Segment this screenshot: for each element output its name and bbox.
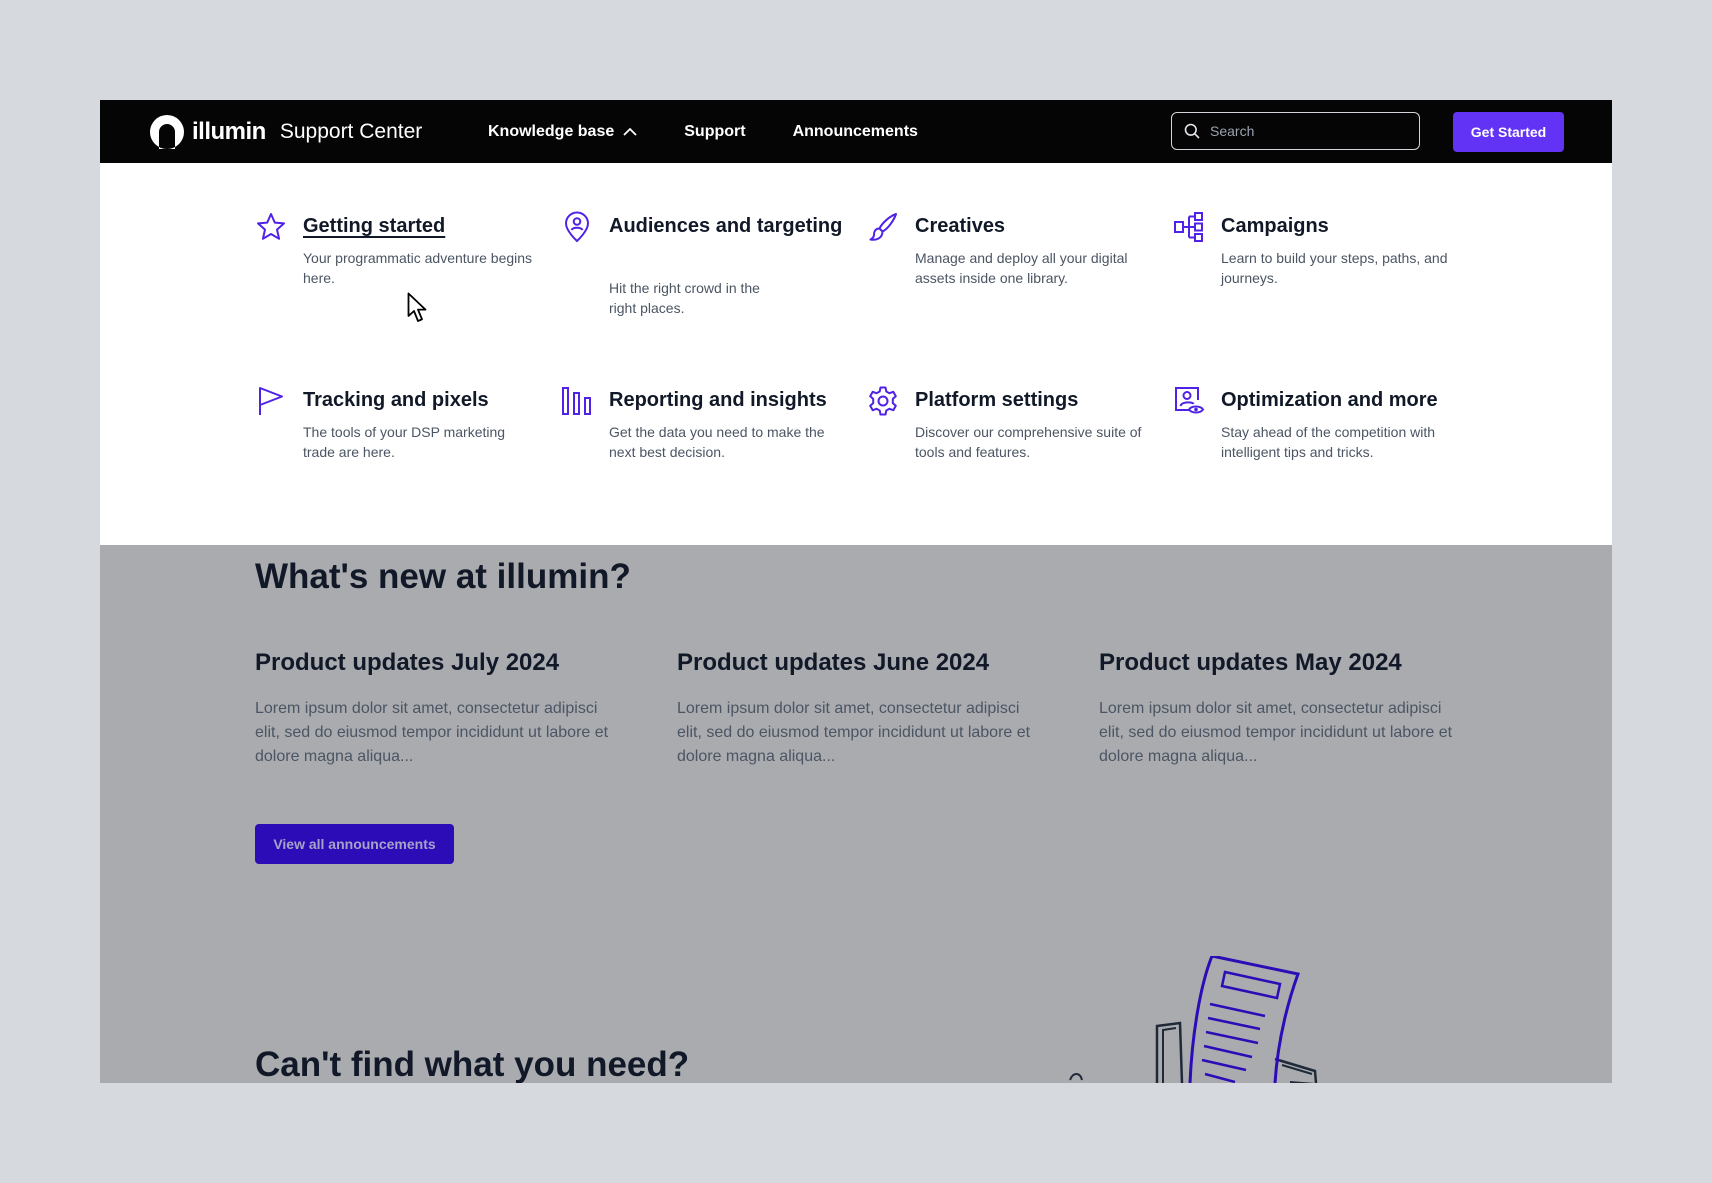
flag-icon [259, 387, 283, 415]
category-title[interactable]: Tracking and pixels [303, 385, 538, 415]
category-description: Hit the right crowd in the right places. [609, 280, 760, 316]
category-description: Learn to build your steps, paths, and jo… [1221, 250, 1448, 286]
browser-viewport: illumin Support Center Knowledge base Su… [100, 100, 1612, 1083]
illumin-logo-icon [150, 115, 184, 149]
announcement-title[interactable]: Product updates June 2024 [677, 649, 1037, 677]
gear-icon [869, 386, 897, 416]
announcement-title[interactable]: Product updates May 2024 [1099, 649, 1459, 677]
category-description: Get the data you need to make the next b… [609, 424, 825, 460]
brand-subtitle: Support Center [279, 120, 423, 143]
chevron-up-icon [623, 127, 637, 136]
get-started-button[interactable]: Get Started [1453, 112, 1564, 152]
top-navigation-bar: illumin Support Center Knowledge base Su… [100, 100, 1612, 163]
cant-find-heading: Can't find what you need? [255, 1045, 690, 1083]
whats-new-heading: What's new at illumin? [255, 557, 631, 596]
category-description: Your programmatic adventure begins here. [303, 250, 533, 286]
category-title[interactable]: Creatives [915, 211, 1150, 241]
nav-support[interactable]: Support [684, 123, 745, 141]
brush-icon [869, 213, 897, 241]
documents-illustration-icon [1069, 956, 1318, 1083]
nav-knowledge-base-label: Knowledge base [488, 122, 615, 140]
search-icon [1184, 123, 1200, 139]
flow-icon [1174, 212, 1203, 242]
announcement-excerpt: Lorem ipsum dolor sit amet, consectetur … [1099, 700, 1453, 765]
category-title[interactable]: Platform settings [915, 385, 1150, 415]
brand-name: illumin [192, 118, 266, 145]
category-title[interactable]: Reporting and insights [609, 385, 844, 415]
search-input[interactable] [1208, 122, 1412, 140]
location-person-icon [564, 211, 590, 243]
category-description: Discover our comprehensive suite of tool… [915, 424, 1142, 460]
announcement-card[interactable]: Product updates May 2024 Lorem ipsum dol… [1099, 649, 1459, 769]
page-content: What's new at illumin? Product updates J… [100, 545, 1612, 1083]
announcement-excerpt: Lorem ipsum dolor sit amet, consectetur … [255, 700, 609, 765]
search-box[interactable] [1171, 112, 1420, 150]
category-description: Manage and deploy all your digital asset… [915, 250, 1128, 286]
mouse-pointer-icon [407, 292, 427, 322]
nav-support-label: Support [684, 122, 746, 140]
category-description: The tools of your DSP marketing trade ar… [303, 424, 506, 460]
announcement-card[interactable]: Product updates July 2024 Lorem ipsum do… [255, 649, 615, 769]
star-icon [257, 213, 285, 240]
nav-knowledge-base[interactable]: Knowledge base [488, 123, 637, 141]
category-title[interactable]: Optimization and more [1221, 385, 1456, 415]
bar-chart-icon [562, 387, 591, 415]
category-description: Stay ahead of the competition with intel… [1221, 424, 1436, 460]
category-title[interactable]: Campaigns [1221, 211, 1456, 241]
announcement-card[interactable]: Product updates June 2024 Lorem ipsum do… [677, 649, 1037, 769]
announcement-excerpt: Lorem ipsum dolor sit amet, consectetur … [677, 700, 1031, 765]
knowledge-base-dropdown: Getting started Your programmatic advent… [100, 163, 1612, 545]
category-title[interactable]: Audiences and targeting [609, 211, 844, 241]
profile-eye-icon [1175, 387, 1205, 414]
category-title[interactable]: Getting started [303, 211, 538, 241]
nav-announcements[interactable]: Announcements [793, 123, 918, 141]
main-nav: Knowledge base Support Announcements [488, 100, 965, 163]
nav-announcements-label: Announcements [792, 122, 918, 140]
brand-logo[interactable]: illumin Support Center [148, 113, 422, 151]
view-all-announcements-button[interactable]: View all announcements [255, 824, 454, 864]
announcement-title[interactable]: Product updates July 2024 [255, 649, 615, 677]
